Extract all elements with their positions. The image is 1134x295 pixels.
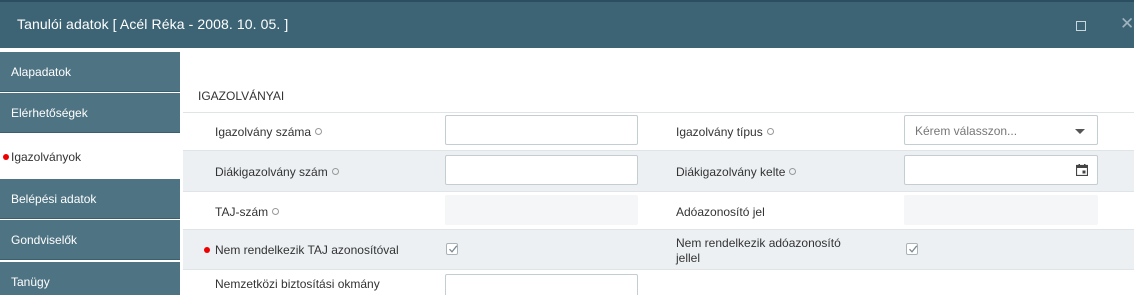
- tax-id-label: Adóazonosító jel: [676, 205, 765, 219]
- sidebar-item-igazolvanyok[interactable]: Igazolványok: [0, 137, 180, 177]
- id-type-select[interactable]: Kérem válasszon...: [904, 115, 1098, 145]
- taj-input: [445, 195, 638, 225]
- tax-id-input: [904, 195, 1098, 225]
- check-icon: [449, 245, 458, 253]
- sidebar-item-alapadatok[interactable]: Alapadatok: [0, 52, 180, 92]
- sidebar-item-gondviselok[interactable]: Gondviselők: [0, 220, 180, 260]
- calendar-icon[interactable]: [1076, 164, 1088, 176]
- form-row: Nemzetközi biztosítási okmány: [183, 270, 1134, 295]
- maximize-icon[interactable]: [1076, 21, 1086, 31]
- sidebar-item-tanugy[interactable]: Tanügy: [0, 262, 180, 295]
- taj-label: TAJ-szám: [215, 205, 280, 219]
- info-icon: [315, 128, 323, 135]
- chevron-down-icon[interactable]: [1075, 129, 1085, 134]
- sidebar-item-label: Elérhetőségek: [11, 106, 88, 120]
- close-icon[interactable]: ✕: [1120, 14, 1134, 34]
- window-titlebar: Tanulói adatok [ Acél Réka - 2008. 10. 0…: [0, 0, 1134, 48]
- window-title: Tanulói adatok [ Acél Réka - 2008. 10. 0…: [17, 16, 289, 32]
- id-number-input[interactable]: [445, 115, 638, 145]
- select-placeholder: Kérem válasszon...: [915, 124, 1018, 138]
- info-icon: [272, 208, 280, 215]
- section-title: IGAZOLVÁNYAI: [198, 89, 285, 103]
- required-dot-icon: [204, 247, 210, 253]
- student-id-label: Diákigazolvány szám: [215, 165, 339, 179]
- sidebar-item-elerhetosegek[interactable]: Elérhetőségek: [0, 93, 180, 133]
- id-number-label: Igazolvány száma: [215, 125, 323, 139]
- check-icon: [909, 245, 918, 253]
- sidebar-item-label: Gondviselők: [11, 233, 78, 247]
- sidebar-item-belepesi-adatok[interactable]: Belépési adatok: [0, 179, 180, 219]
- required-dot-icon: [3, 154, 9, 160]
- content-panel: IGAZOLVÁNYAI Igazolvány száma Igazolvány…: [180, 48, 1134, 295]
- no-taj-label: Nem rendelkezik TAJ azonosítóval: [215, 243, 399, 257]
- student-id-date-label: Diákigazolvány kelte: [676, 165, 797, 179]
- intl-insurance-label: Nemzetközi biztosítási okmány: [215, 277, 380, 291]
- form-row: Diákigazolvány szám Diákigazolvány kelte: [183, 151, 1134, 192]
- no-tax-checkbox[interactable]: [906, 243, 918, 255]
- sidebar-item-label: Belépési adatok: [11, 192, 97, 206]
- id-type-label: Igazolvány típus: [676, 125, 774, 139]
- no-tax-label: Nem rendelkezik adóazonosító jellel: [676, 236, 841, 265]
- sidebar-item-label: Igazolványok: [11, 150, 82, 164]
- form-row: TAJ-szám Adóazonosító jel: [183, 192, 1134, 230]
- form-row: Igazolvány száma Igazolvány típus Kérem …: [183, 112, 1134, 151]
- student-id-date-input[interactable]: [904, 155, 1098, 185]
- student-id-input[interactable]: [445, 155, 638, 185]
- sidebar-item-label: Tanügy: [11, 275, 50, 289]
- sidebar-item-label: Alapadatok: [11, 65, 72, 79]
- info-icon: [331, 168, 339, 175]
- info-icon: [789, 168, 797, 175]
- info-icon: [766, 128, 774, 135]
- intl-insurance-input[interactable]: [445, 274, 638, 295]
- no-taj-checkbox[interactable]: [446, 243, 458, 255]
- sidebar: Alapadatok Elérhetőségek Igazolványok Be…: [0, 48, 180, 295]
- form-row: Nem rendelkezik TAJ azonosítóval Nem ren…: [183, 230, 1134, 270]
